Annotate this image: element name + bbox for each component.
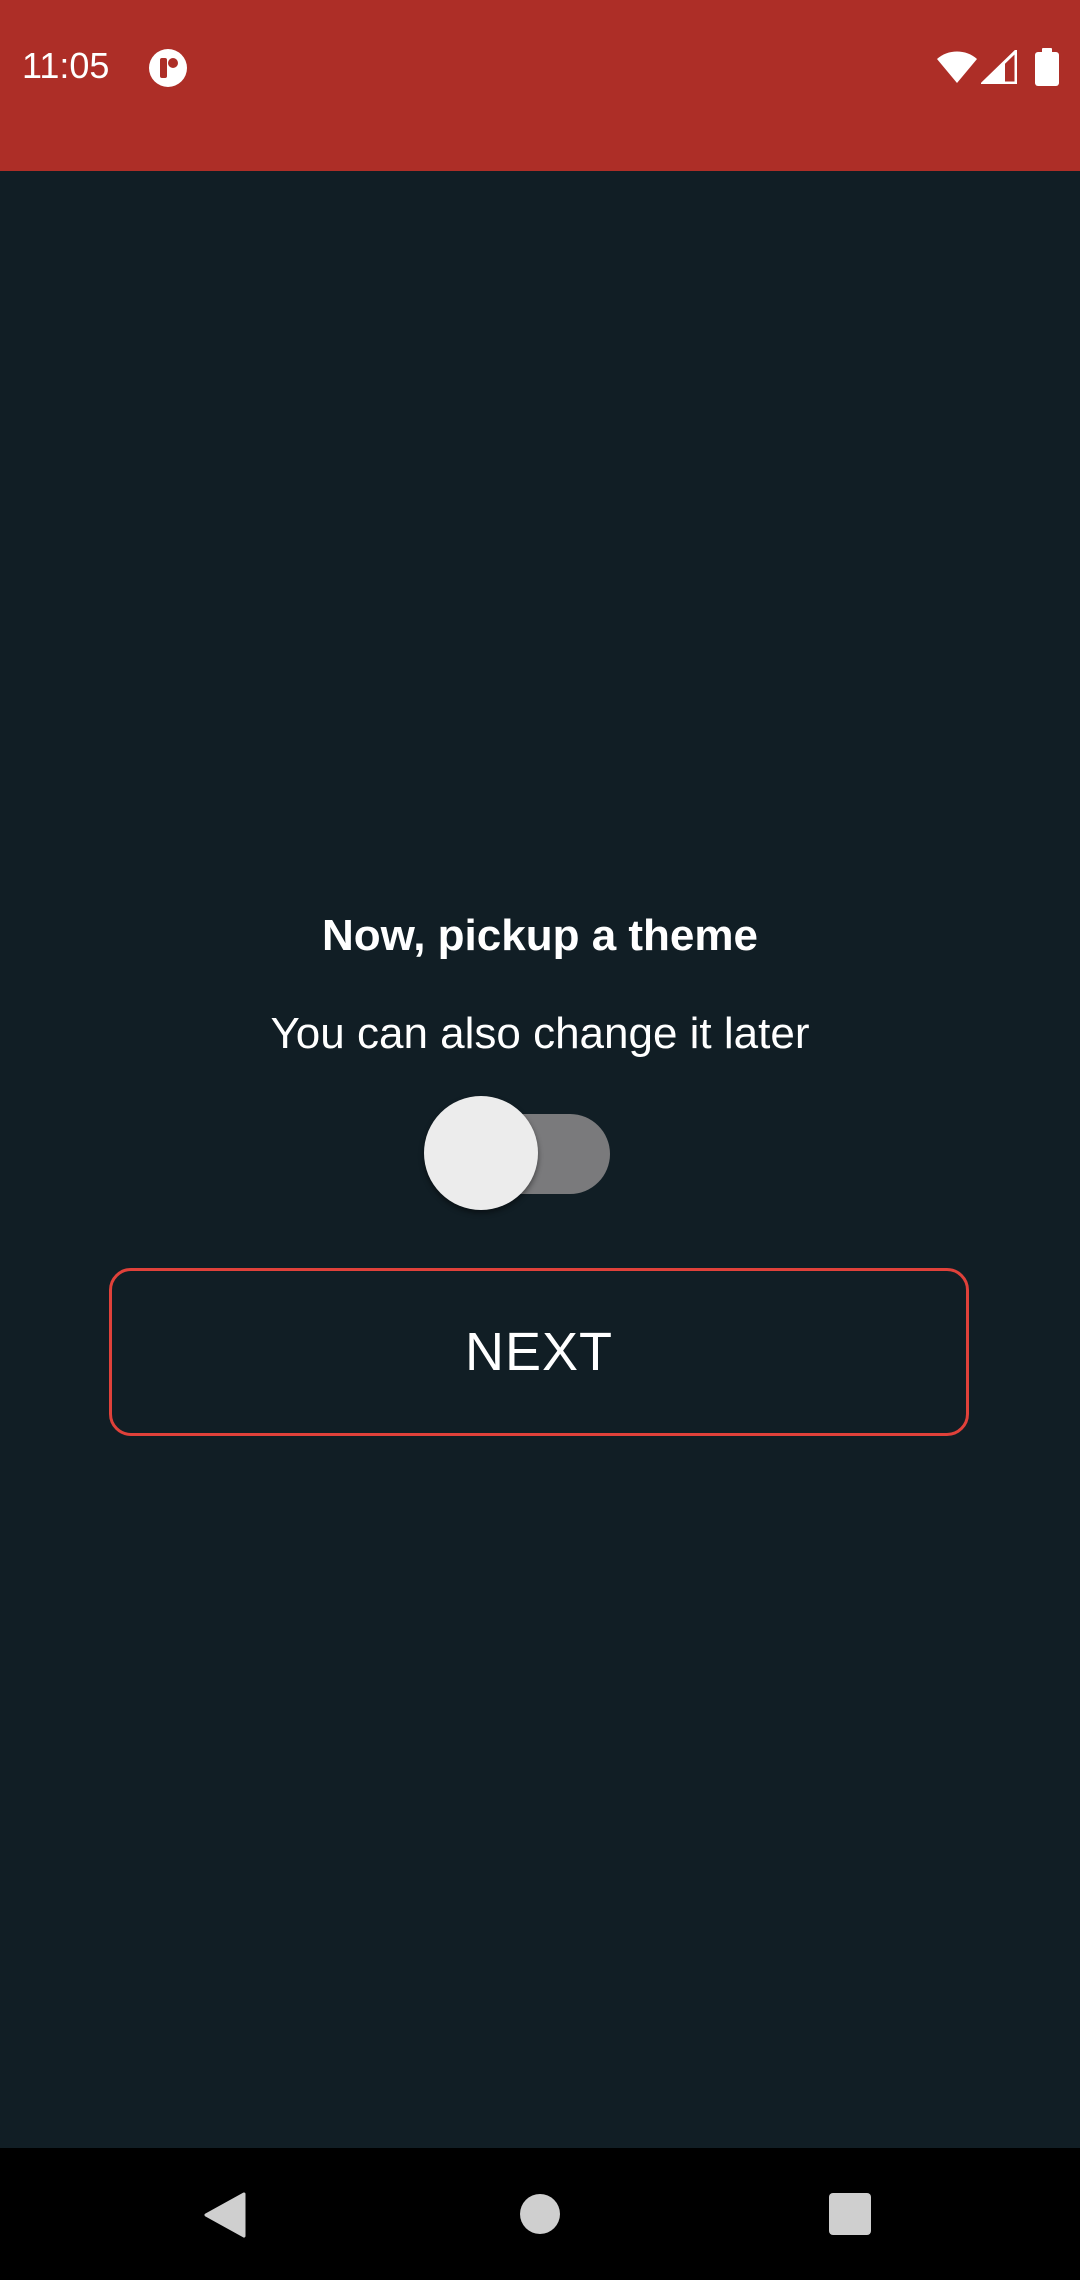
wifi-icon: [937, 51, 977, 83]
status-bar: 11:05: [0, 0, 1080, 171]
next-button[interactable]: NEXT: [109, 1268, 969, 1436]
page-subtitle: You can also change it later: [270, 1009, 810, 1058]
page-title: Now, pickup a theme: [321, 911, 758, 960]
home-circle-icon[interactable]: [520, 2194, 560, 2234]
navigation-bar: [0, 2148, 1080, 2280]
switch-thumb[interactable]: [424, 1096, 538, 1210]
back-triangle-icon[interactable]: [204, 2192, 246, 2238]
app-notification-icon: [149, 49, 187, 87]
battery-icon: [1035, 48, 1059, 86]
cell-signal-icon: [981, 50, 1017, 84]
recents-square-icon[interactable]: [829, 2193, 871, 2235]
theme-toggle-switch[interactable]: [424, 1094, 610, 1214]
status-time: 11:05: [22, 45, 110, 86]
